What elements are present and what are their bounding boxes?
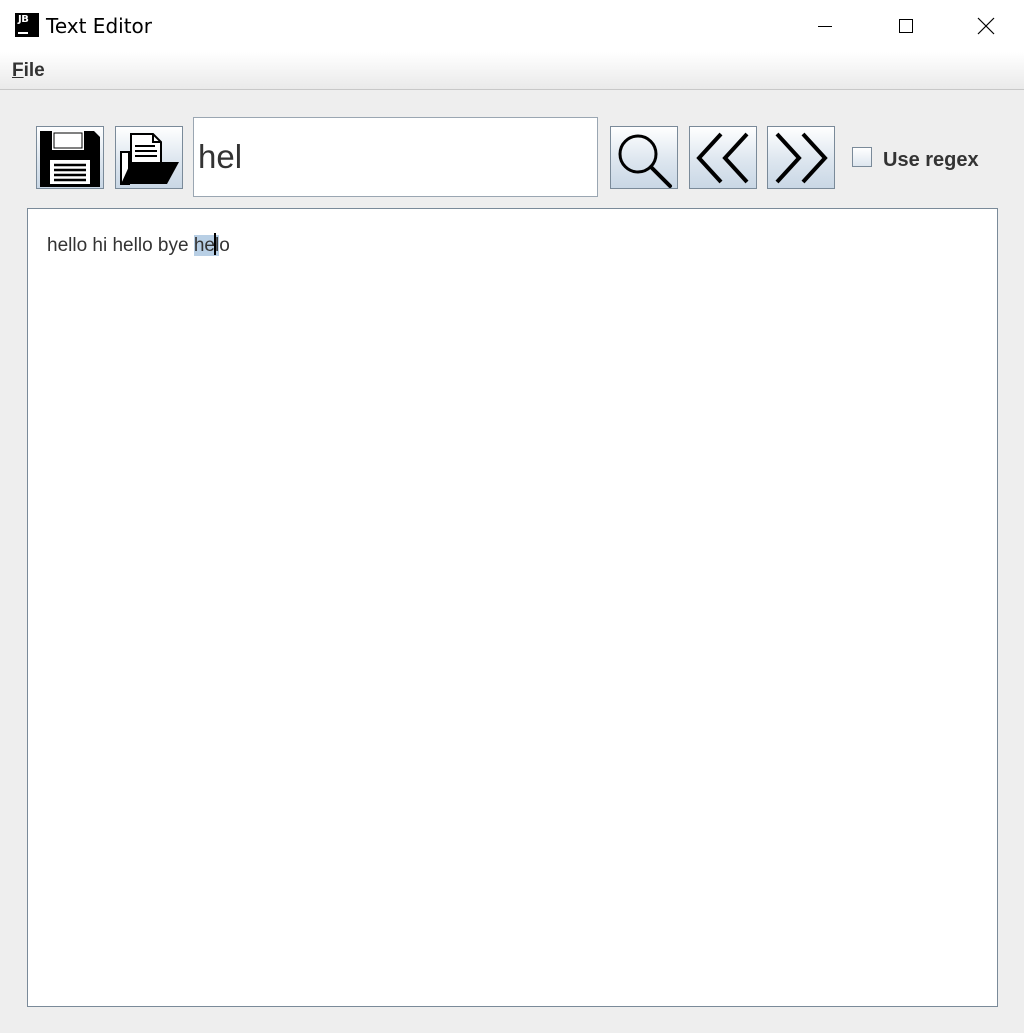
next-match-button[interactable]: [767, 126, 835, 189]
open-button[interactable]: [115, 126, 183, 189]
magnifier-icon: [618, 134, 672, 188]
editor-text-area[interactable]: hello hi hello bye helo: [27, 208, 998, 1007]
floppy-disk-icon: [40, 130, 100, 187]
maximize-button[interactable]: [866, 0, 946, 52]
editor-text: hello hi hello bye: [47, 235, 194, 256]
use-regex-label[interactable]: Use regex: [883, 148, 979, 172]
double-chevron-right-icon: [775, 132, 828, 183]
menu-file[interactable]: File: [12, 60, 45, 82]
editor-line: hello hi hello bye helo: [47, 233, 230, 258]
editor-text-tail: o: [219, 235, 230, 256]
save-button[interactable]: [36, 126, 104, 189]
close-icon: [977, 17, 995, 35]
previous-match-button[interactable]: [689, 126, 757, 189]
minimize-icon: [818, 26, 832, 27]
window-title: Text Editor: [46, 14, 152, 38]
search-input[interactable]: [193, 117, 598, 197]
menu-file-label: ile: [23, 60, 45, 81]
search-button[interactable]: [610, 126, 678, 189]
maximize-icon: [899, 19, 913, 33]
title-bar: JB Text Editor: [0, 0, 1024, 52]
use-regex-checkbox[interactable]: [852, 147, 872, 167]
logo-text: JB: [18, 14, 29, 25]
match-text-before-caret: he: [193, 235, 215, 256]
close-button[interactable]: [946, 0, 1024, 52]
minimize-button[interactable]: [785, 0, 865, 52]
jetbrains-logo-icon: JB: [15, 13, 39, 37]
open-folder-icon: [120, 132, 179, 185]
double-chevron-left-icon: [696, 132, 749, 183]
menu-file-mnemonic: F: [12, 60, 24, 81]
menu-bar: File: [0, 52, 1024, 90]
search-match-highlight: hel: [193, 233, 220, 256]
